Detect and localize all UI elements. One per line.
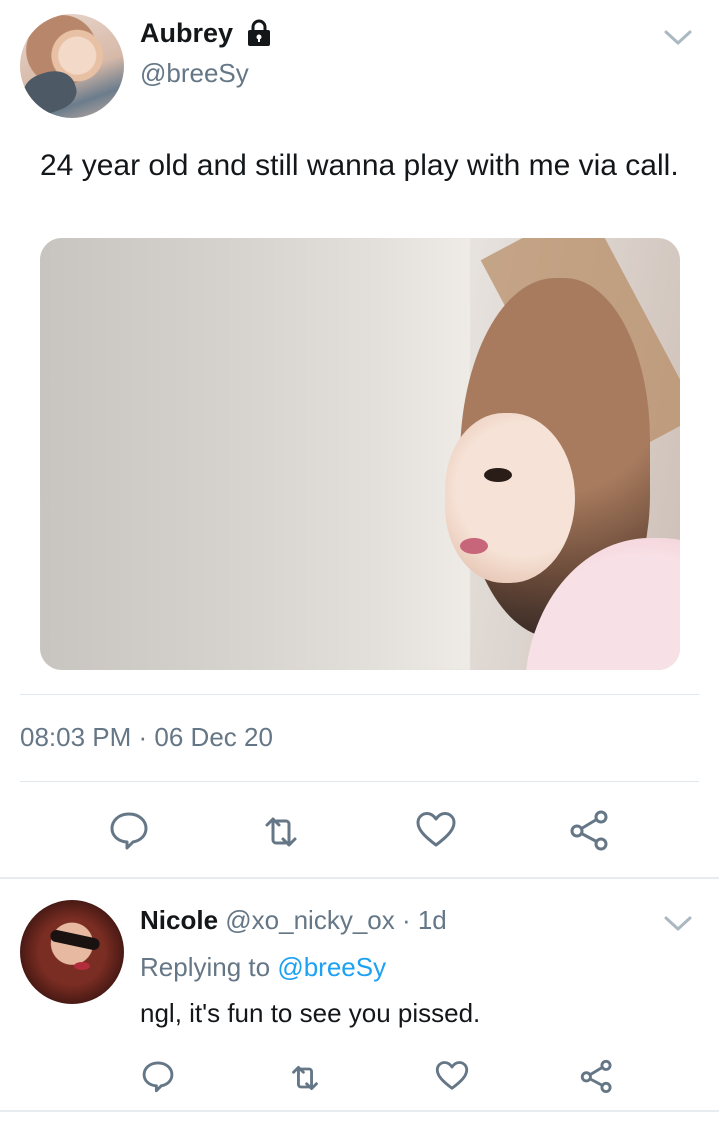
author-handle[interactable]: @breeSy: [140, 58, 249, 89]
speech-bubble-icon: [110, 812, 148, 850]
reply-author-name[interactable]: Nicole: [140, 905, 218, 935]
chevron-down-icon[interactable]: [663, 28, 693, 48]
retweet-icon: [265, 817, 297, 847]
retweet-icon: [292, 1065, 318, 1091]
retweet-button[interactable]: [259, 810, 303, 854]
tweet-photo[interactable]: [40, 238, 680, 670]
avatar-photo-detail: [74, 962, 90, 970]
like-button[interactable]: [414, 808, 458, 852]
share-icon: [580, 1059, 612, 1093]
divider: [20, 781, 699, 782]
reply-button[interactable]: [107, 808, 151, 852]
tweet-text: 24 year old and still wanna play with me…: [40, 149, 679, 182]
reply-author-avatar[interactable]: [20, 900, 124, 1004]
photo-lips: [460, 538, 488, 554]
speech-bubble-icon: [142, 1061, 174, 1093]
author-name[interactable]: Aubrey: [140, 18, 233, 49]
avatar-photo-detail: [49, 928, 101, 952]
reply-text: ngl, it's fun to see you pissed.: [140, 998, 481, 1028]
reply-reply-button[interactable]: [140, 1058, 176, 1094]
chevron-down-icon[interactable]: [663, 914, 693, 934]
lock-icon: [248, 19, 270, 46]
photo-eye: [484, 468, 512, 482]
tweet-timestamp[interactable]: 08:03 PM · 06 Dec 20: [20, 722, 273, 753]
reply-author-meta[interactable]: @xo_nicky_ox · 1d: [225, 905, 447, 935]
share-button[interactable]: [568, 808, 612, 852]
reply-share-button[interactable]: [579, 1058, 615, 1094]
replying-to-label: Replying to: [140, 952, 271, 982]
replying-to-mention[interactable]: @breeSy: [277, 952, 386, 982]
heart-icon: [435, 1061, 469, 1090]
author-avatar[interactable]: [20, 14, 124, 118]
section-divider: [0, 1110, 719, 1112]
avatar-photo-detail: [20, 64, 82, 118]
replying-to-line: Replying to @breeSy: [140, 952, 386, 983]
heart-icon: [416, 812, 456, 847]
photo-wall: [40, 238, 470, 670]
reply-like-button[interactable]: [434, 1058, 470, 1094]
share-icon: [570, 810, 608, 851]
reply-header: Nicole @xo_nicky_ox · 1d: [140, 905, 447, 936]
divider: [20, 694, 699, 695]
reply-retweet-button[interactable]: [287, 1060, 323, 1096]
section-divider: [0, 877, 719, 879]
photo-face: [445, 413, 575, 583]
